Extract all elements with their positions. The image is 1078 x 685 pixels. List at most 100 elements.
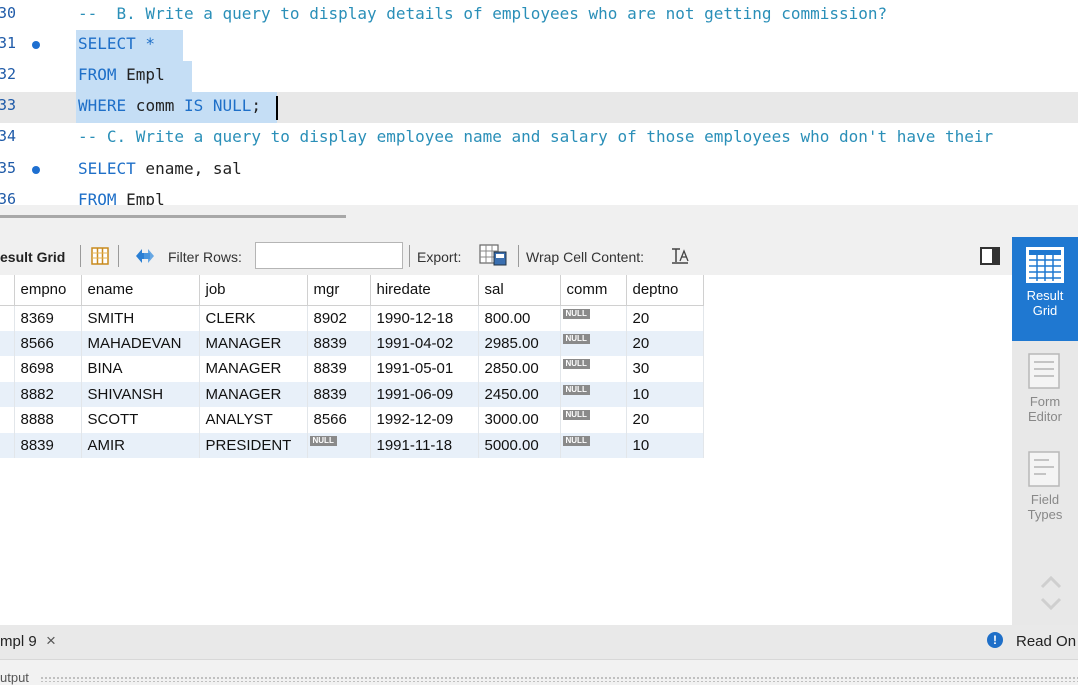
table-cell-empno[interactable]: 8888 xyxy=(14,407,82,433)
table-cell-ename[interactable]: SHIVANSH xyxy=(81,381,200,407)
close-tab-icon[interactable]: × xyxy=(46,631,56,651)
result-side-panel: Result Grid Form Editor Field Types xyxy=(1012,237,1078,625)
table-cell-hiredate[interactable]: 1992-12-09 xyxy=(370,407,479,433)
column-header[interactable]: hiredate xyxy=(370,275,479,306)
column-layout-icon[interactable] xyxy=(90,246,110,271)
table-cell-mgr[interactable]: 8902 xyxy=(307,305,371,331)
row-header[interactable] xyxy=(0,356,15,382)
table-cell-comm[interactable]: NULL xyxy=(560,432,627,458)
table-cell-hiredate[interactable]: 1990-12-18 xyxy=(370,305,479,331)
table-cell-comm[interactable]: NULL xyxy=(560,407,627,433)
table-cell-sal[interactable]: 2985.00 xyxy=(478,330,561,356)
table-cell-sal[interactable]: 2450.00 xyxy=(478,381,561,407)
table-cell-mgr[interactable]: 8839 xyxy=(307,330,371,356)
scroll-up-icon[interactable] xyxy=(1040,575,1062,594)
row-header[interactable] xyxy=(0,432,15,458)
table-cell-sal[interactable]: 800.00 xyxy=(478,305,561,331)
refresh-icon[interactable] xyxy=(132,245,158,272)
table-cell-sal[interactable]: 2850.00 xyxy=(478,356,561,382)
column-header[interactable]: comm xyxy=(560,275,627,306)
code-line-31[interactable]: 31 SELECT * xyxy=(0,30,1078,61)
table-cell-empno[interactable]: 8566 xyxy=(14,330,82,356)
table-cell-job[interactable]: PRESIDENT xyxy=(199,432,308,458)
form-editor-view-label: Form Editor xyxy=(1028,394,1062,424)
table-cell-empno[interactable]: 8839 xyxy=(14,432,82,458)
table-cell-job[interactable]: ANALYST xyxy=(199,407,308,433)
table-cell-mgr[interactable]: 8839 xyxy=(307,381,371,407)
table-cell-ename[interactable]: AMIR xyxy=(81,432,200,458)
table-cell-sal[interactable]: 3000.00 xyxy=(478,407,561,433)
code-line-36[interactable]: 36 FROM Empl xyxy=(0,186,1078,205)
editor-horizontal-scrollbar[interactable] xyxy=(0,205,1078,237)
table-cell-empno[interactable]: 8882 xyxy=(14,381,82,407)
statement-marker-icon[interactable] xyxy=(32,41,40,49)
table-cell-deptno[interactable]: 20 xyxy=(626,305,704,331)
column-header[interactable]: job xyxy=(199,275,308,306)
field-types-view-button[interactable]: Field Types xyxy=(1012,445,1078,540)
table-cell-mgr[interactable]: 8566 xyxy=(307,407,371,433)
table-cell-comm[interactable]: NULL xyxy=(560,381,627,407)
table-cell-hiredate[interactable]: 1991-04-02 xyxy=(370,330,479,356)
table-cell-job[interactable]: CLERK xyxy=(199,305,308,331)
column-header[interactable]: empno xyxy=(14,275,82,306)
table-cell-ename[interactable]: SMITH xyxy=(81,305,200,331)
table-cell-mgr[interactable]: NULL xyxy=(307,432,371,458)
table-cell-sal[interactable]: 5000.00 xyxy=(478,432,561,458)
table-row[interactable]: 8882 SHIVANSH MANAGER 8839 1991-06-09 2450.00… xyxy=(0,381,704,407)
table-cell-deptno[interactable]: 20 xyxy=(626,407,704,433)
column-header[interactable]: ename xyxy=(81,275,200,306)
table-cell-job[interactable]: MANAGER xyxy=(199,330,308,356)
code-line-32[interactable]: 32 FROM Empl xyxy=(0,61,1078,92)
table-cell-ename[interactable]: BINA xyxy=(81,356,200,382)
line-number: 33 xyxy=(0,96,17,114)
null-badge: NULL xyxy=(562,384,590,395)
sql-editor[interactable]: 30 -- B. Write a query to display detail… xyxy=(0,0,1078,205)
wrap-cell-content-icon[interactable] xyxy=(670,247,690,270)
table-cell-deptno[interactable]: 10 xyxy=(626,432,704,458)
table-cell-deptno[interactable]: 30 xyxy=(626,356,704,382)
output-panel-header[interactable]: utput xyxy=(0,659,1078,685)
code-line-30[interactable]: 30 -- B. Write a query to display detail… xyxy=(0,0,1078,31)
code-line-33[interactable]: 33 WHERE comm IS NULL; xyxy=(0,92,1078,123)
table-cell-hiredate[interactable]: 1991-11-18 xyxy=(370,432,479,458)
table-cell-comm[interactable]: NULL xyxy=(560,330,627,356)
statement-marker-icon[interactable] xyxy=(32,166,40,174)
row-header[interactable] xyxy=(0,381,15,407)
scrollbar-thumb[interactable] xyxy=(0,215,346,218)
form-editor-view-button[interactable]: Form Editor xyxy=(1012,345,1078,440)
table-cell-ename[interactable]: SCOTT xyxy=(81,407,200,433)
code-line-35[interactable]: 35 SELECT ename, sal xyxy=(0,155,1078,186)
row-header[interactable] xyxy=(0,330,15,356)
table-row[interactable]: 8888 SCOTT ANALYST 8566 1992-12-09 3000.00 NUL… xyxy=(0,407,704,433)
table-row[interactable]: 8839 AMIR PRESIDENT NULL 1991-11-18 5000.00 NU… xyxy=(0,432,704,458)
table-cell-deptno[interactable]: 20 xyxy=(626,330,704,356)
export-icon[interactable] xyxy=(478,243,508,272)
table-cell-job[interactable]: MANAGER xyxy=(199,381,308,407)
panel-drag-handle[interactable] xyxy=(40,676,1078,682)
code-line-34[interactable]: 34 -- C. Write a query to display employ… xyxy=(0,123,1078,154)
row-header[interactable] xyxy=(0,407,15,433)
table-row[interactable]: 8698 BINA MANAGER 8839 1991-05-01 2850.00 NULL… xyxy=(0,356,704,382)
table-row[interactable]: 8369 SMITH CLERK 8902 1990-12-18 800.00 NULL 20 xyxy=(0,305,704,331)
column-header[interactable]: mgr xyxy=(307,275,371,306)
filter-rows-input[interactable] xyxy=(255,242,403,269)
result-tab[interactable]: mpl 9 xyxy=(0,633,37,650)
scroll-down-icon[interactable] xyxy=(1040,597,1062,616)
table-row[interactable]: 8566 MAHADEVAN MANAGER 8839 1991-04-02 2985.0… xyxy=(0,330,704,356)
table-cell-empno[interactable]: 8698 xyxy=(14,356,82,382)
toggle-panel-icon[interactable] xyxy=(980,247,1000,265)
table-cell-comm[interactable]: NULL xyxy=(560,356,627,382)
table-cell-mgr[interactable]: 8839 xyxy=(307,356,371,382)
row-header[interactable] xyxy=(0,305,15,331)
result-grid-view-button[interactable]: Result Grid xyxy=(1012,237,1078,341)
table-cell-hiredate[interactable]: 1991-06-09 xyxy=(370,381,479,407)
column-header[interactable]: deptno xyxy=(626,275,704,306)
table-cell-job[interactable]: MANAGER xyxy=(199,356,308,382)
column-header[interactable]: sal xyxy=(478,275,561,306)
table-cell-ename[interactable]: MAHADEVAN xyxy=(81,330,200,356)
table-cell-deptno[interactable]: 10 xyxy=(626,381,704,407)
table-cell-empno[interactable]: 8369 xyxy=(14,305,82,331)
table-cell-hiredate[interactable]: 1991-05-01 xyxy=(370,356,479,382)
table-cell-comm[interactable]: NULL xyxy=(560,305,627,331)
result-grid[interactable]: empno ename job mgr hiredate sal comm de… xyxy=(0,275,1012,625)
